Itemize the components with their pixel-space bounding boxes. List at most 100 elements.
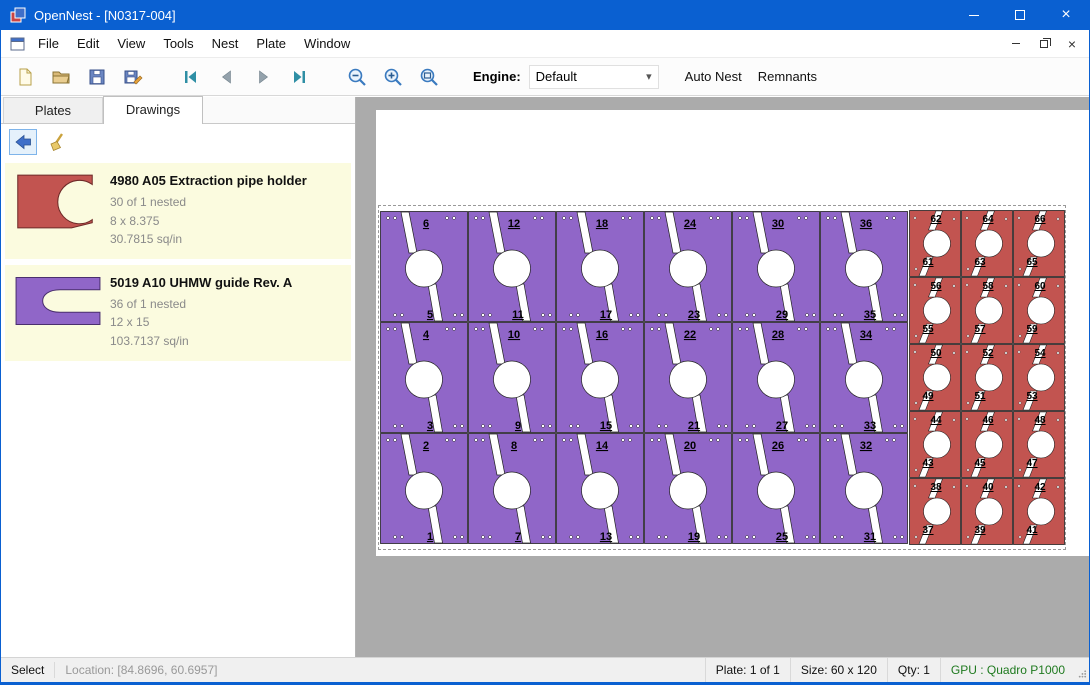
clean-button[interactable] (43, 129, 71, 155)
menu-bar: File Edit View Tools Nest Plate Window × (1, 30, 1089, 58)
menu-item-window[interactable]: Window (295, 31, 359, 56)
nest-cell-purple[interactable]: 2019 (645, 434, 732, 544)
part-number: 1 (427, 531, 433, 543)
part-number: 13 (600, 531, 612, 543)
mdi-close-icon: × (1068, 36, 1076, 52)
plate[interactable]: 6512111817242330293635431091615222128273… (378, 205, 1066, 550)
menu-item-nest[interactable]: Nest (203, 31, 248, 56)
nest-cell-red[interactable]: 4645 (962, 412, 1013, 478)
nest-cell-red[interactable]: 5655 (910, 278, 961, 344)
nav-prev-button[interactable] (213, 63, 241, 91)
title-bar[interactable]: OpenNest - [N0317-004] × (1, 0, 1089, 30)
nest-cell-purple[interactable]: 1413 (557, 434, 644, 544)
drawing-name: 4980 A05 Extraction pipe holder (110, 173, 345, 188)
save-as-icon (123, 67, 143, 87)
engine-label: Engine: (473, 69, 521, 84)
part-number: 45 (974, 458, 986, 469)
tab-drawings[interactable]: Drawings (103, 96, 203, 124)
zoom-fit-button[interactable] (415, 63, 443, 91)
part-number: 66 (1034, 214, 1046, 225)
nest-cell-red[interactable]: 5251 (962, 345, 1013, 411)
nest-cell-purple[interactable]: 87 (469, 434, 556, 544)
nav-next-icon (253, 67, 273, 87)
tab-plates[interactable]: Plates (3, 97, 103, 123)
back-arrow-button[interactable] (9, 129, 37, 155)
engine-select[interactable]: Default ▾ (529, 65, 659, 89)
menu-item-plate[interactable]: Plate (247, 31, 295, 56)
zoom-fit-icon (418, 66, 440, 88)
close-button[interactable]: × (1043, 0, 1089, 30)
document-icon[interactable] (10, 37, 25, 51)
nest-cell-red[interactable]: 6059 (1014, 278, 1065, 344)
nest-cell-red[interactable]: 5857 (962, 278, 1013, 344)
nest-cell-purple[interactable]: 2221 (645, 323, 732, 433)
menu-item-tools[interactable]: Tools (154, 31, 202, 56)
maximize-button[interactable] (997, 0, 1043, 30)
part-number: 62 (930, 214, 942, 225)
nest-cell-red[interactable]: 6665 (1014, 211, 1065, 277)
back-arrow-icon (13, 132, 33, 152)
nest-cell-purple[interactable]: 3433 (821, 323, 908, 433)
nest-cell-purple[interactable]: 1211 (469, 212, 556, 322)
open-icon (51, 67, 71, 87)
auto-nest-button[interactable]: Auto Nest (677, 64, 750, 89)
minimize-button[interactable] (951, 0, 997, 30)
nest-cell-purple[interactable]: 2827 (733, 323, 820, 433)
nest-cell-purple[interactable]: 1615 (557, 323, 644, 433)
nest-cell-purple[interactable]: 3231 (821, 434, 908, 544)
menu-item-edit[interactable]: Edit (68, 31, 108, 56)
mdi-minimize-button[interactable] (1007, 35, 1025, 53)
mdi-restore-button[interactable] (1035, 35, 1053, 53)
menu-item-file[interactable]: File (29, 31, 68, 56)
nest-cell-purple[interactable]: 3635 (821, 212, 908, 322)
drawing-area: 30.7815 sq/in (110, 230, 345, 249)
nest-cell-purple[interactable]: 21 (381, 434, 468, 544)
part-number: 40 (982, 482, 994, 493)
mdi-close-button[interactable]: × (1063, 35, 1081, 53)
part-number: 44 (930, 415, 942, 426)
nest-cell-purple[interactable]: 1817 (557, 212, 644, 322)
nav-last-button[interactable] (285, 63, 313, 91)
list-item[interactable]: 4980 A05 Extraction pipe holder 30 of 1 … (5, 163, 351, 259)
status-plate: Plate: 1 of 1 (705, 658, 790, 682)
nav-next-button[interactable] (249, 63, 277, 91)
open-button[interactable] (47, 63, 75, 91)
save-button[interactable] (83, 63, 111, 91)
zoom-in-button[interactable] (379, 63, 407, 91)
new-icon (15, 67, 35, 87)
part-number: 42 (1034, 482, 1046, 493)
nest-cell-red[interactable]: 4847 (1014, 412, 1065, 478)
close-icon: × (1061, 7, 1070, 23)
nest-cell-red[interactable]: 6261 (910, 211, 961, 277)
nest-layout[interactable]: 6512111817242330293635431091615222128273… (379, 206, 1065, 549)
nest-canvas[interactable]: 6512111817242330293635431091615222128273… (356, 97, 1089, 657)
part-number: 33 (864, 420, 876, 432)
nest-cell-purple[interactable]: 3029 (733, 212, 820, 322)
new-button[interactable] (11, 63, 39, 91)
list-item[interactable]: 5019 A10 UHMW guide Rev. A 36 of 1 neste… (5, 265, 351, 361)
part-number: 12 (508, 218, 520, 230)
nest-cell-red[interactable]: 5453 (1014, 345, 1065, 411)
engine-select-value: Default (536, 69, 577, 84)
nest-cell-purple[interactable]: 109 (469, 323, 556, 433)
nest-cell-purple[interactable]: 65 (381, 212, 468, 322)
save-as-button[interactable] (119, 63, 147, 91)
nest-cell-red[interactable]: 6463 (962, 211, 1013, 277)
part-number: 8 (511, 440, 517, 452)
nest-cell-red[interactable]: 3837 (910, 479, 961, 545)
nav-first-button[interactable] (177, 63, 205, 91)
part-number: 39 (974, 525, 986, 536)
remnants-button[interactable]: Remnants (750, 64, 825, 89)
nest-cell-red[interactable]: 5049 (910, 345, 961, 411)
nest-cell-purple[interactable]: 43 (381, 323, 468, 433)
menu-item-view[interactable]: View (108, 31, 154, 56)
part-number: 5 (427, 309, 433, 321)
nest-cell-red[interactable]: 40 39 (962, 479, 1013, 545)
nest-cell-purple[interactable]: 2625 (733, 434, 820, 544)
nest-cell-purple[interactable]: 2423 (645, 212, 732, 322)
nest-cell-red[interactable]: 4241 (1014, 479, 1065, 545)
resize-grip[interactable] (1075, 658, 1089, 682)
nest-cell-red[interactable]: 4443 (910, 412, 961, 478)
part-number: 21 (688, 420, 700, 432)
zoom-out-button[interactable] (343, 63, 371, 91)
